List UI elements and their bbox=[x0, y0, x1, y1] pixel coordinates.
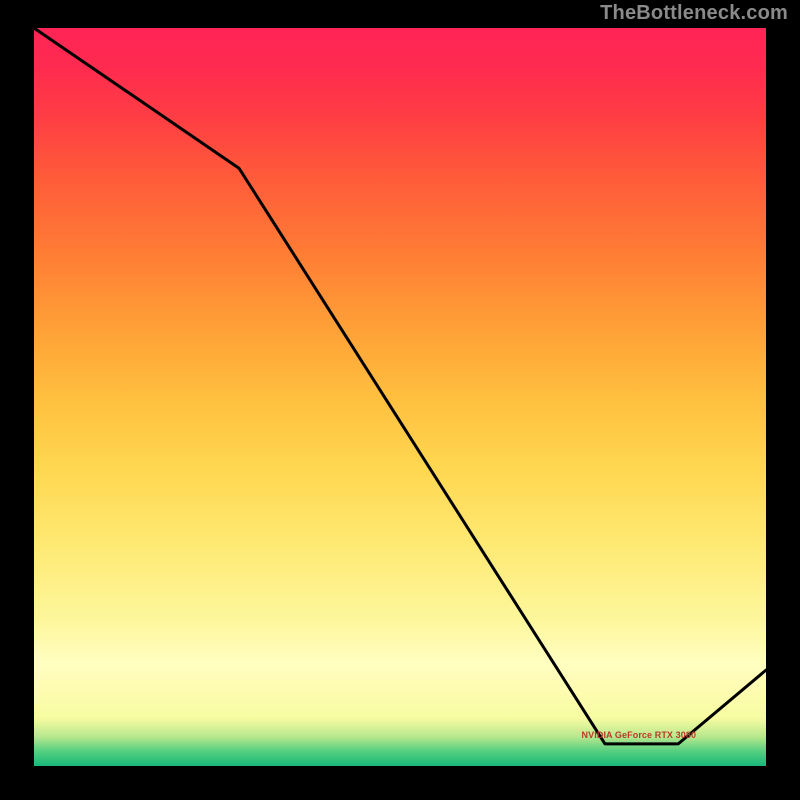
plot-area: NVIDIA GeForce RTX 3080 bbox=[34, 28, 766, 766]
chart-frame: TheBottleneck.com NVIDIA GeForce RTX 308… bbox=[0, 0, 800, 800]
attribution-text: TheBottleneck.com bbox=[600, 2, 788, 25]
gpu-annotation-label: NVIDIA GeForce RTX 3080 bbox=[582, 730, 697, 740]
bottleneck-curve bbox=[34, 28, 766, 766]
